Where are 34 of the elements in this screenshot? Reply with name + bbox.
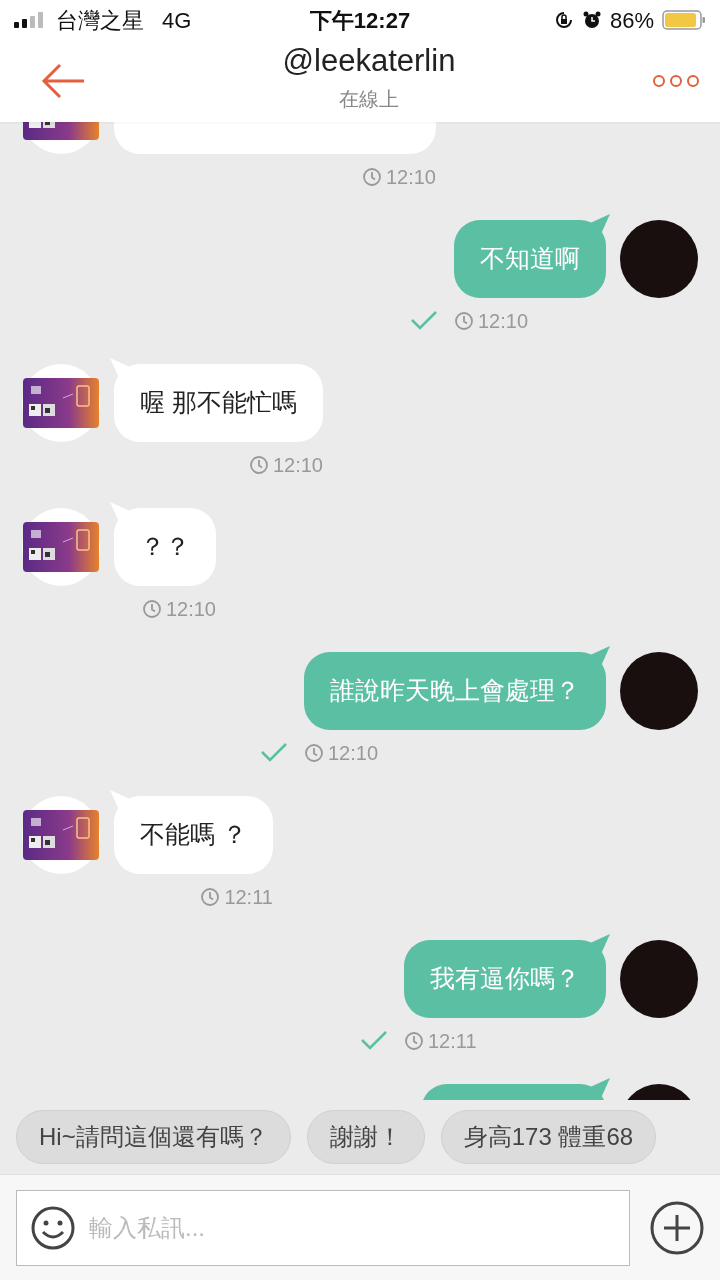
network-type: 4G bbox=[162, 6, 192, 35]
message-time: 12:10 bbox=[304, 738, 379, 768]
smiley-icon[interactable] bbox=[30, 1204, 76, 1251]
rotation-lock-icon bbox=[553, 10, 574, 30]
quick-reply-chip[interactable]: 身高173 體重68 bbox=[440, 1110, 657, 1164]
message-time: 12:11 bbox=[404, 1026, 477, 1056]
check-icon bbox=[360, 1030, 388, 1050]
message-input-field[interactable]: 輸入私訊... bbox=[16, 1189, 630, 1266]
message-time: 12:10 bbox=[454, 306, 529, 336]
quick-reply-chip[interactable]: 謝謝！ bbox=[306, 1110, 425, 1164]
carrier-name: 台灣之星 bbox=[56, 6, 144, 35]
clock-time: 下午12:27 bbox=[309, 6, 411, 35]
message-time: 12:10 bbox=[248, 450, 323, 480]
clock-icon bbox=[404, 1031, 424, 1051]
message-time: 12:10 bbox=[141, 594, 216, 624]
battery-percent: 86% bbox=[609, 6, 654, 35]
alarm-icon bbox=[581, 10, 602, 30]
battery-icon bbox=[662, 10, 706, 30]
clock-icon bbox=[304, 743, 324, 763]
online-status: 在線上 bbox=[339, 87, 399, 112]
clock-icon bbox=[141, 599, 162, 619]
check-icon bbox=[260, 742, 288, 762]
message-time: 12:10 bbox=[361, 162, 436, 192]
clock-icon bbox=[361, 167, 382, 187]
back-arrow-icon[interactable] bbox=[40, 63, 86, 99]
clock-icon bbox=[454, 311, 474, 331]
clock-icon bbox=[248, 455, 269, 475]
add-icon[interactable] bbox=[650, 1200, 704, 1255]
clock-icon bbox=[200, 887, 221, 907]
chat-title: @leekaterlin bbox=[282, 42, 456, 80]
quick-reply-chip[interactable]: Hi~請問這個還有嗎？ bbox=[16, 1110, 291, 1164]
more-icon[interactable] bbox=[652, 74, 700, 88]
message-time: 12:11 bbox=[200, 882, 273, 912]
check-icon bbox=[410, 310, 438, 330]
